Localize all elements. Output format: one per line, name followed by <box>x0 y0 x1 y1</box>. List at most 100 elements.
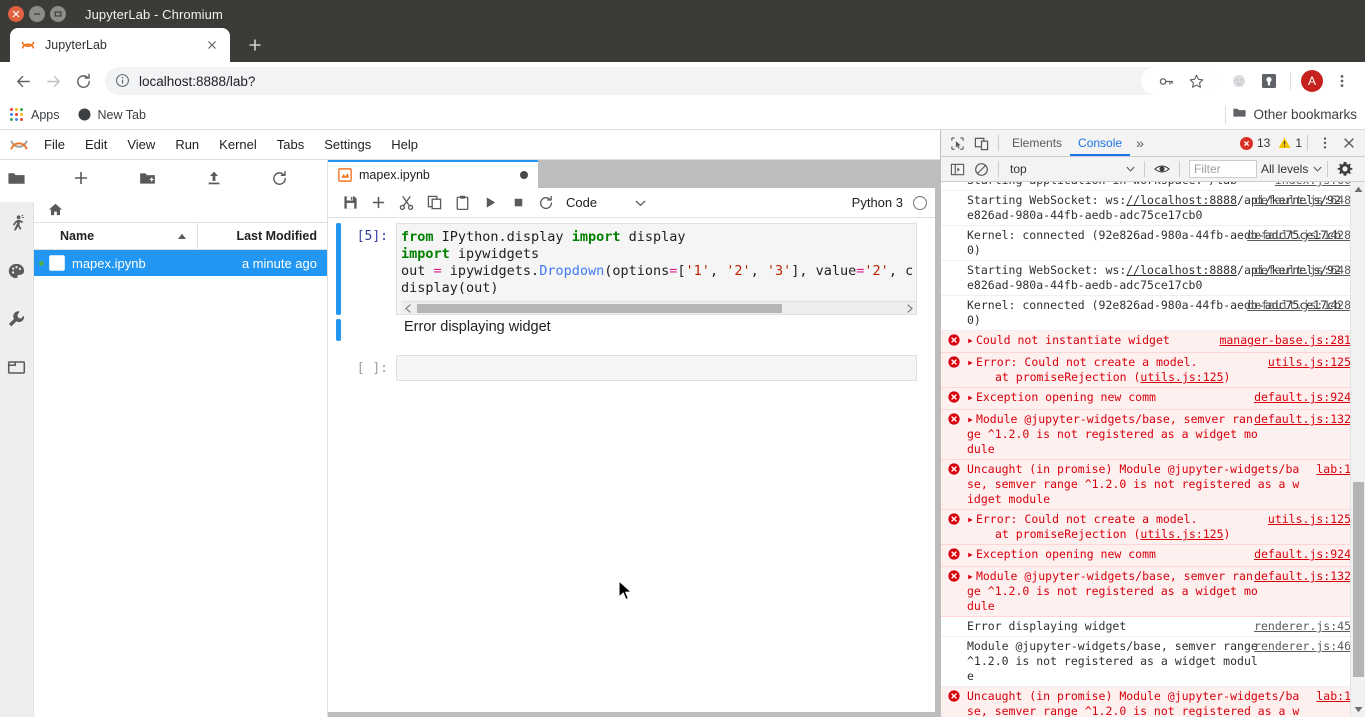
more-tabs-icon[interactable]: » <box>1130 135 1150 151</box>
message-source[interactable]: lab:1 <box>1316 689 1351 704</box>
cell-editor[interactable]: from IPython.display import display impo… <box>396 223 917 315</box>
notebook-cells-area[interactable]: [5]: from IPython.display import display… <box>328 219 935 712</box>
breadcrumb[interactable] <box>34 196 327 222</box>
column-header-name[interactable]: Name <box>34 229 197 243</box>
cut-button[interactable] <box>392 189 420 217</box>
message-source[interactable]: lab:1 <box>1316 462 1351 477</box>
new-tab-button[interactable] <box>241 31 269 59</box>
message-source[interactable]: manager-base.js:281 <box>1219 333 1351 348</box>
console-message[interactable]: ▸ Error: Could not create a model. utils.… <box>941 510 1365 545</box>
bookmark-apps[interactable]: Apps <box>10 108 60 122</box>
console-message[interactable]: Module @jupyter-widgets/base, semver ran… <box>941 637 1365 687</box>
console-scrollbar[interactable] <box>1350 182 1365 717</box>
console-message[interactable]: Starting WebSocket: ws://localhost:8888/… <box>941 261 1365 296</box>
paste-button[interactable] <box>448 189 476 217</box>
cell-editor-empty[interactable] <box>396 355 917 381</box>
console-message[interactable]: Starting WebSocket: ws://localhost:8888/… <box>941 191 1365 226</box>
console-message[interactable]: ▸ Could not instantiate widget manager-ba… <box>941 331 1365 353</box>
bookmark-new-tab[interactable]: New Tab <box>78 108 146 122</box>
notebook-cell-empty[interactable]: [ ]: <box>328 351 935 383</box>
console-message[interactable]: ▸ Module @jupyter-widgets/base, semver ra… <box>941 410 1365 460</box>
console-message[interactable]: ▸ Error: Could not create a model. utils.… <box>941 353 1365 388</box>
menu-tabs[interactable]: Tabs <box>267 133 314 156</box>
copy-button[interactable] <box>420 189 448 217</box>
message-source[interactable]: default.js:924 <box>1254 547 1351 562</box>
scroll-left-icon[interactable] <box>401 303 415 313</box>
interrupt-button[interactable] <box>504 189 532 217</box>
scroll-down-icon[interactable] <box>1351 702 1365 717</box>
page-info-icon[interactable] <box>115 73 131 89</box>
device-toolbar-icon[interactable] <box>969 131 993 155</box>
extension-dark-icon[interactable] <box>1254 66 1284 96</box>
menu-edit[interactable]: Edit <box>75 133 117 156</box>
message-source[interactable]: default.js:924 <box>1254 390 1351 405</box>
message-source[interactable]: utils.js:125 <box>1268 355 1351 370</box>
console-message[interactable]: ▸ Exception opening new comm default.js:9… <box>941 545 1365 567</box>
message-source[interactable]: default.js:132 <box>1254 569 1351 584</box>
window-close-button[interactable] <box>8 6 24 22</box>
sidebar-item-commands[interactable] <box>0 250 34 298</box>
inspect-element-icon[interactable] <box>945 131 969 155</box>
expand-triangle-icon[interactable]: ▸ <box>967 512 974 527</box>
console-message[interactable]: Error displaying widget renderer.js:45 <box>941 617 1365 637</box>
run-button[interactable] <box>476 189 504 217</box>
console-filter-input[interactable]: Filter <box>1189 160 1257 178</box>
expand-triangle-icon[interactable]: ▸ <box>967 390 974 405</box>
console-settings-gear-icon[interactable] <box>1333 157 1357 181</box>
menu-run[interactable]: Run <box>165 133 209 156</box>
scrollbar-thumb[interactable] <box>1353 482 1364 677</box>
insert-cell-button[interactable] <box>364 189 392 217</box>
message-source[interactable]: default.js:1428 <box>1247 298 1351 313</box>
back-icon[interactable] <box>8 66 38 96</box>
scrollbar-track[interactable] <box>415 303 902 313</box>
console-message[interactable]: ▸ Module @jupyter-widgets/base, semver ra… <box>941 567 1365 617</box>
new-launcher-button[interactable] <box>68 165 94 191</box>
menu-file[interactable]: File <box>34 133 75 156</box>
editor-horizontal-scrollbar[interactable] <box>401 301 916 314</box>
message-source[interactable]: index.js:60 <box>1275 182 1351 188</box>
expand-triangle-icon[interactable]: ▸ <box>967 355 974 370</box>
restart-kernel-button[interactable] <box>532 189 560 217</box>
extension-grey-icon[interactable] <box>1224 66 1254 96</box>
address-bar[interactable]: localhost:8888/lab? <box>105 67 1217 95</box>
console-message[interactable]: Kernel: connected (92e826ad-980a-44fb-ae… <box>941 296 1365 331</box>
message-source[interactable]: default.js:648 <box>1254 263 1351 278</box>
other-bookmarks[interactable]: Other bookmarks <box>1219 105 1357 125</box>
scrollbar-thumb[interactable] <box>417 303 783 313</box>
menu-kernel[interactable]: Kernel <box>209 133 267 156</box>
console-message[interactable]: Kernel: connected (92e826ad-980a-44fb-ae… <box>941 226 1365 261</box>
browser-tab[interactable]: JupyterLab <box>10 28 230 62</box>
devtools-close-icon[interactable] <box>1337 131 1361 155</box>
message-source[interactable]: renderer.js:46 <box>1254 639 1351 654</box>
file-list-item[interactable]: mapex.ipynb a minute ago <box>34 250 327 276</box>
live-expression-eye-icon[interactable] <box>1150 157 1174 181</box>
sidebar-item-running[interactable] <box>0 202 34 250</box>
bookmark-star-icon[interactable] <box>1181 66 1211 96</box>
message-source[interactable]: default.js:1428 <box>1247 228 1351 243</box>
chrome-menu-icon[interactable] <box>1327 66 1357 96</box>
menu-help[interactable]: Help <box>381 133 428 156</box>
message-source[interactable]: default.js:132 <box>1254 412 1351 427</box>
console-message[interactable]: Uncaught (in promise) Module @jupyter-wi… <box>941 460 1365 510</box>
document-tab-notebook[interactable]: mapex.ipynb <box>328 160 538 188</box>
password-key-icon[interactable] <box>1151 66 1181 96</box>
menu-view[interactable]: View <box>117 133 165 156</box>
message-source[interactable]: utils.js:125 <box>1268 512 1351 527</box>
console-message[interactable]: Uncaught (in promise) Module @jupyter-wi… <box>941 687 1365 717</box>
refresh-button[interactable] <box>267 165 293 191</box>
scroll-up-icon[interactable] <box>1351 182 1365 197</box>
tab-console[interactable]: Console <box>1070 130 1131 156</box>
upload-button[interactable] <box>201 165 227 191</box>
forward-icon[interactable] <box>38 66 68 96</box>
expand-triangle-icon[interactable]: ▸ <box>967 569 974 584</box>
save-button[interactable] <box>336 189 364 217</box>
log-level-select[interactable]: All levels <box>1261 162 1322 176</box>
message-source[interactable]: renderer.js:45 <box>1254 619 1351 634</box>
expand-triangle-icon[interactable]: ▸ <box>967 412 974 427</box>
sidebar-item-file-browser[interactable] <box>0 160 34 202</box>
clear-console-icon[interactable] <box>969 157 993 181</box>
message-source[interactable]: default.js:648 <box>1254 193 1351 208</box>
sidebar-item-open-tabs[interactable] <box>0 346 34 394</box>
scroll-right-icon[interactable] <box>902 303 916 313</box>
notebook-cell-code[interactable]: [5]: from IPython.display import display… <box>328 219 935 315</box>
